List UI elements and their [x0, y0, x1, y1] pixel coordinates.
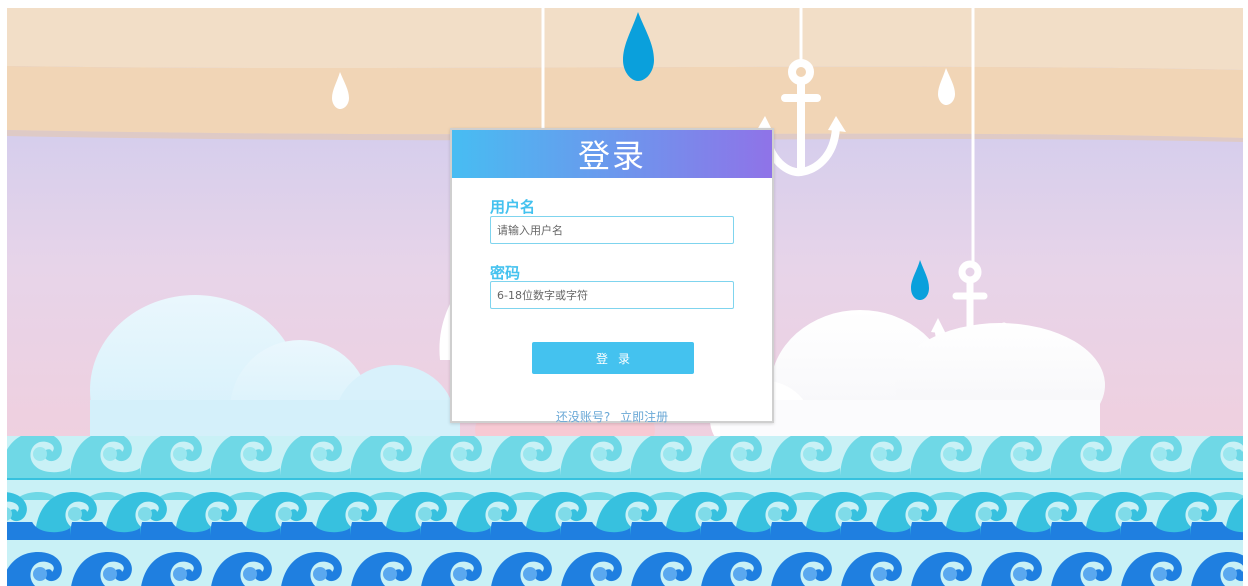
- register-link[interactable]: 立即注册: [620, 410, 668, 424]
- login-card: 登录 用户名 密码 登录 还没账号? 立即注册: [450, 128, 774, 425]
- no-account-text: 还没账号?: [555, 410, 611, 424]
- login-button[interactable]: 登录: [532, 342, 694, 374]
- register-row: 还没账号? 立即注册: [452, 408, 772, 425]
- username-input[interactable]: [490, 216, 734, 244]
- wave: [7, 436, 1243, 586]
- username-label: 用户名: [490, 198, 536, 216]
- password-label: 密码: [490, 264, 521, 282]
- login-title: 登录: [452, 130, 772, 178]
- password-input[interactable]: [490, 281, 734, 309]
